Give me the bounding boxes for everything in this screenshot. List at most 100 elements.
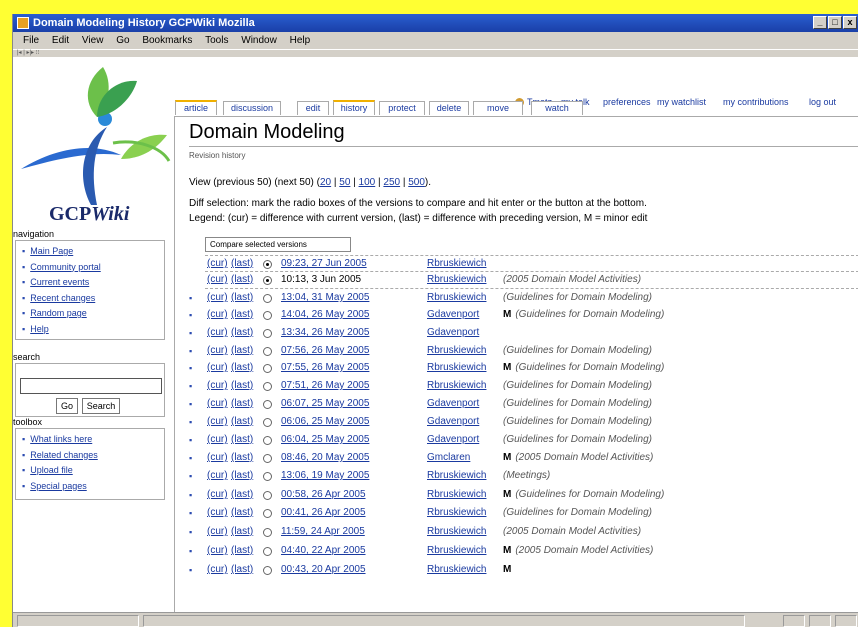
revision-user[interactable]: Rbruskiewich (427, 543, 486, 559)
last-link[interactable]: (last) (231, 396, 253, 412)
minimize-button[interactable]: _ (813, 16, 827, 29)
last-link[interactable]: (last) (231, 414, 253, 430)
revision-user[interactable]: Rbruskiewich (427, 378, 486, 394)
revision-radio[interactable] (263, 547, 272, 556)
revision-user[interactable]: Gmclaren (427, 450, 470, 466)
revision-date[interactable]: 10:13, 3 Jun 2005 (281, 272, 361, 288)
menu-help[interactable]: Help (290, 35, 311, 46)
tool-1[interactable]: Related changes (22, 448, 164, 464)
cur-link[interactable]: (cur) (207, 432, 228, 448)
revision-user[interactable]: Rbruskiewich (427, 272, 486, 288)
revision-radio[interactable] (263, 418, 272, 427)
revision-date[interactable]: 00:41, 26 Apr 2005 (281, 505, 366, 521)
search-input[interactable] (20, 378, 162, 394)
tab-edit[interactable]: edit (297, 101, 329, 115)
revision-date[interactable]: 04:40, 22 Apr 2005 (281, 543, 366, 559)
revision-radio[interactable] (263, 382, 272, 391)
cur-link[interactable]: (cur) (207, 307, 228, 323)
revision-radio[interactable] (263, 436, 272, 445)
revision-radio[interactable] (263, 454, 272, 463)
revision-user[interactable]: Rbruskiewich (427, 524, 486, 540)
revision-date[interactable]: 09:23, 27 Jun 2005 (281, 256, 367, 272)
tab-discussion[interactable]: discussion (223, 101, 281, 115)
view-link-500[interactable]: 500 (408, 177, 425, 188)
search-button[interactable]: Search (82, 398, 120, 414)
compare-versions-button[interactable]: Compare selected versions (205, 237, 351, 252)
revision-user[interactable]: Rbruskiewich (427, 562, 486, 578)
personal-logout[interactable]: log out (809, 97, 836, 107)
last-link[interactable]: (last) (231, 378, 253, 394)
cur-link[interactable]: (cur) (207, 343, 228, 359)
revision-radio[interactable] (263, 347, 272, 356)
cur-link[interactable]: (cur) (207, 396, 228, 412)
cur-link[interactable]: (cur) (207, 543, 228, 559)
last-link[interactable]: (last) (231, 562, 253, 578)
tab-watch[interactable]: watch (531, 101, 583, 115)
close-button[interactable]: x (843, 16, 857, 29)
menu-window[interactable]: Window (241, 35, 277, 46)
tab-history[interactable]: history (333, 100, 375, 115)
view-link-100[interactable]: 100 (359, 177, 376, 188)
nav-3[interactable]: Recent changes (22, 291, 164, 307)
revision-radio[interactable] (263, 329, 272, 338)
revision-user[interactable]: Rbruskiewich (427, 505, 486, 521)
tool-0[interactable]: What links here (22, 432, 164, 448)
revision-user[interactable]: Rbruskiewich (427, 487, 486, 503)
tab-article[interactable]: article (175, 100, 217, 115)
revision-user[interactable]: Rbruskiewich (427, 290, 486, 306)
revision-user[interactable]: Rbruskiewich (427, 468, 486, 484)
revision-date[interactable]: 07:56, 26 May 2005 (281, 343, 369, 359)
tab-delete[interactable]: delete (429, 101, 469, 115)
nav-4[interactable]: Random page (22, 306, 164, 322)
revision-radio[interactable] (263, 294, 272, 303)
cur-link[interactable]: (cur) (207, 272, 228, 288)
revision-date[interactable]: 06:06, 25 May 2005 (281, 414, 369, 430)
cur-link[interactable]: (cur) (207, 562, 228, 578)
revision-radio[interactable] (263, 566, 272, 575)
last-link[interactable]: (last) (231, 360, 253, 376)
revision-date[interactable]: 07:51, 26 May 2005 (281, 378, 369, 394)
view-link-250[interactable]: 250 (383, 177, 400, 188)
revision-date[interactable]: 00:43, 20 Apr 2005 (281, 562, 366, 578)
cur-link[interactable]: (cur) (207, 487, 228, 503)
last-link[interactable]: (last) (231, 505, 253, 521)
last-link[interactable]: (last) (231, 468, 253, 484)
go-button[interactable]: Go (56, 398, 78, 414)
revision-radio[interactable] (263, 491, 272, 500)
revision-date[interactable]: 00:58, 26 Apr 2005 (281, 487, 366, 503)
revision-radio[interactable] (263, 472, 272, 481)
last-link[interactable]: (last) (231, 487, 253, 503)
last-link[interactable]: (last) (231, 524, 253, 540)
cur-link[interactable]: (cur) (207, 378, 228, 394)
revision-date[interactable]: 11:59, 24 Apr 2005 (281, 524, 365, 540)
cur-link[interactable]: (cur) (207, 290, 228, 306)
personal-preferences[interactable]: preferences (603, 97, 651, 107)
revision-radio[interactable] (263, 528, 272, 537)
revision-user[interactable]: Rbruskiewich (427, 343, 486, 359)
cur-link[interactable]: (cur) (207, 524, 228, 540)
last-link[interactable]: (last) (231, 450, 253, 466)
last-link[interactable]: (last) (231, 290, 253, 306)
revision-user[interactable]: Gdavenport (427, 325, 479, 341)
menu-view[interactable]: View (82, 35, 104, 46)
cur-link[interactable]: (cur) (207, 325, 228, 341)
revision-date[interactable]: 13:06, 19 May 2005 (281, 468, 369, 484)
revision-user[interactable]: Gdavenport (427, 432, 479, 448)
nav-1[interactable]: Community portal (22, 260, 164, 276)
revision-user[interactable]: Gdavenport (427, 307, 479, 323)
last-link[interactable]: (last) (231, 307, 253, 323)
menu-bookmarks[interactable]: Bookmarks (142, 35, 192, 46)
menu-tools[interactable]: Tools (205, 35, 228, 46)
last-link[interactable]: (last) (231, 272, 253, 288)
view-link-20[interactable]: 20 (320, 177, 331, 188)
revision-date[interactable]: 07:55, 26 May 2005 (281, 360, 369, 376)
last-link[interactable]: (last) (231, 432, 253, 448)
revision-user[interactable]: Gdavenport (427, 396, 479, 412)
nav-5[interactable]: Help (22, 322, 164, 338)
menu-file[interactable]: File (23, 35, 39, 46)
last-link[interactable]: (last) (231, 543, 253, 559)
revision-date[interactable]: 06:04, 25 May 2005 (281, 432, 369, 448)
revision-radio[interactable] (263, 260, 272, 269)
revision-radio[interactable] (263, 276, 272, 285)
revision-date[interactable]: 14:04, 26 May 2005 (281, 307, 369, 323)
